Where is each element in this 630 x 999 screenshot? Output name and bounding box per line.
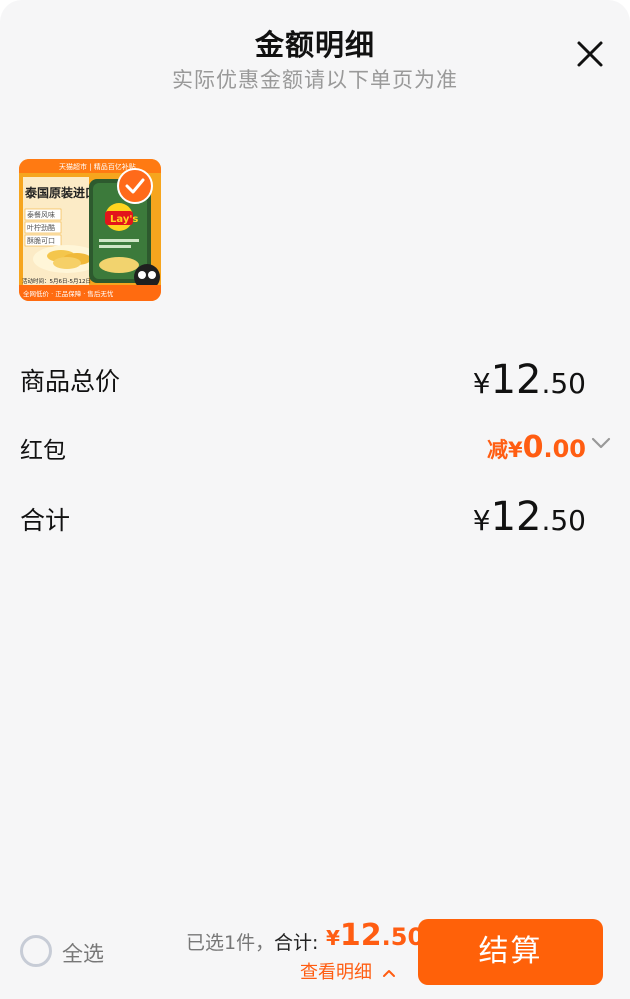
amount-detail-sheet: 金额明细 实际优惠金额请以下单页为准 天猫超市 | 精品百亿补贴 泰国原装进口 … (0, 0, 630, 999)
bottom-total-integer: 12 (339, 918, 382, 953)
red-packet-prefix: 减 (486, 438, 508, 462)
checkout-button[interactable]: 结算 (418, 919, 603, 985)
sheet-subtitle: 实际优惠金额请以下单页为准 (172, 68, 458, 92)
select-all-label[interactable]: 全选 (62, 938, 104, 968)
product-image-feature-1: 泰餐风味 (27, 210, 55, 219)
sheet-header: 金额明细 实际优惠金额请以下单页为准 (0, 0, 630, 110)
bottom-total-currency: ¥ (326, 926, 340, 950)
product-image-footer: 全网低价 · 正品保障 · 售后无忧 (23, 289, 114, 298)
sheet-title: 金额明细 (254, 28, 375, 62)
product-image-brand: Lay's (110, 214, 138, 225)
chevron-up-icon (382, 970, 395, 977)
product-image-headline: 泰国原装进口 (24, 185, 97, 200)
selected-count: 已选1件， (186, 932, 275, 954)
close-icon (577, 41, 603, 67)
bottom-total-value: ¥12.50 (326, 918, 424, 953)
selected-check-badge[interactable] (117, 168, 153, 204)
product-image-feature-2: 叶柠劲酷 (27, 223, 55, 232)
chevron-down-icon[interactable] (590, 436, 612, 450)
red-packet-decimal: .00 (543, 435, 586, 463)
view-detail-label: 查看明细 (300, 962, 372, 983)
close-button[interactable] (574, 38, 606, 70)
view-detail-link[interactable]: 查看明细 (300, 958, 396, 984)
grand-total-value: ¥12.50 (473, 494, 586, 540)
red-packet-label: 红包 (20, 438, 66, 464)
check-icon (125, 178, 145, 194)
red-packet-value[interactable]: 减¥0.00 (487, 430, 586, 465)
bottom-total-label: 合计: (274, 932, 319, 954)
total-price-value: ¥12.50 (473, 357, 586, 403)
grand-total-label: 合计 (20, 506, 71, 535)
product-image-banner: 天猫超市 | 精品百亿补贴 (59, 162, 136, 171)
red-packet-currency: ¥ (507, 438, 523, 462)
select-all-checkbox[interactable] (20, 935, 52, 967)
grand-total-integer: 12 (490, 494, 542, 540)
grand-total-decimal: .50 (541, 504, 586, 537)
total-price-decimal: .50 (541, 367, 586, 400)
total-price-integer: 12 (490, 357, 542, 403)
grand-total-currency: ¥ (472, 504, 491, 537)
total-price-currency: ¥ (472, 367, 491, 400)
total-price-label: 商品总价 (20, 367, 121, 396)
red-packet-integer: 0 (522, 430, 544, 465)
product-image-feature-3: 酥脆可口 (27, 236, 55, 245)
product-image-activity: 活动时间：5月6日-5月12日 (22, 277, 91, 285)
